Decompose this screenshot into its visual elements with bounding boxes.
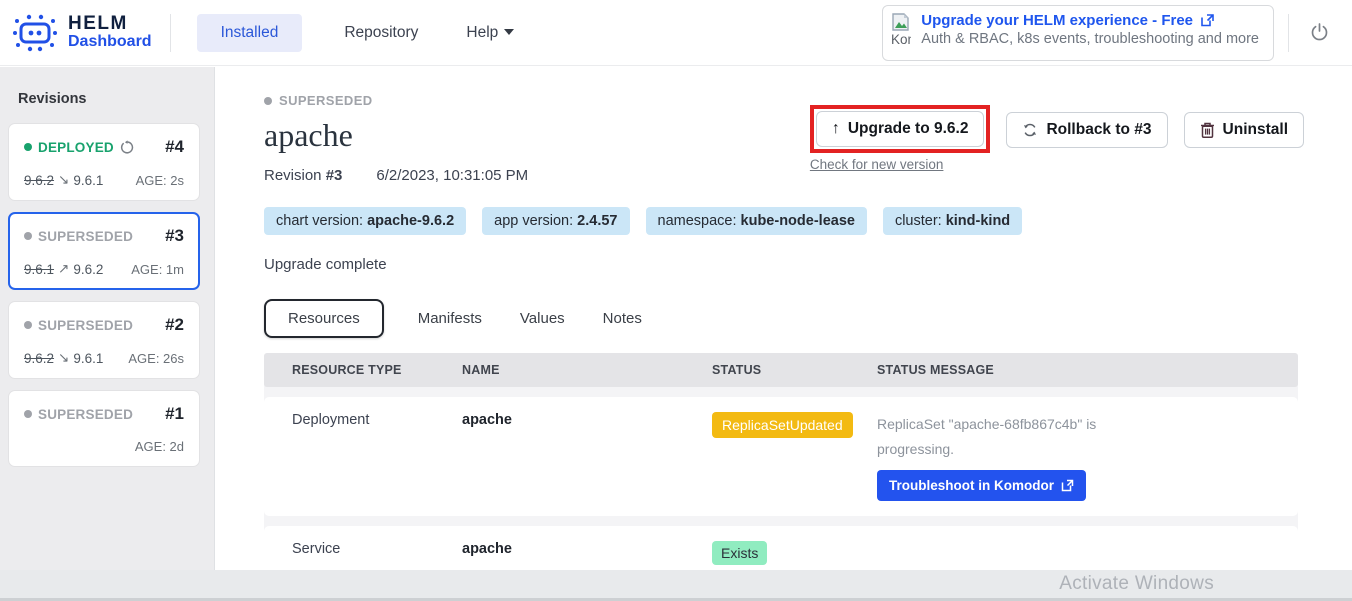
version-from: 9.6.2 <box>24 173 54 188</box>
version-from: 9.6.1 <box>24 262 54 277</box>
resources-table: RESOURCE TYPE NAME STATUS STATUS MESSAGE… <box>264 353 1298 580</box>
troubleshoot-button[interactable]: Troubleshoot in Komodor <box>877 470 1086 501</box>
revision-status: SUPERSEDED <box>24 229 133 244</box>
external-link-icon <box>1061 479 1074 492</box>
app-version-badge: app version: 2.4.57 <box>482 207 629 235</box>
revision-card-1[interactable]: SUPERSEDED #1 AGE: 2d <box>8 390 200 467</box>
release-note: Upgrade complete <box>264 256 1352 273</box>
revision-label: Revision <box>264 167 326 184</box>
top-bar: HELM Dashboard Installed Repository Help… <box>0 0 1352 66</box>
revision-age: AGE: 2d <box>135 439 184 454</box>
revision-datetime: 6/2/2023, 10:31:05 PM <box>376 167 528 184</box>
revision-number: #2 <box>165 315 184 335</box>
status-dot-icon <box>24 232 32 240</box>
revision-number: #1 <box>165 404 184 424</box>
revision-age: AGE: 2s <box>136 173 184 188</box>
revision-card-3[interactable]: SUPERSEDED #3 9.6.1 ↗ 9.6.2 AGE: 1m <box>8 212 200 290</box>
revision-status: SUPERSEDED <box>24 318 133 333</box>
tab-manifests[interactable]: Manifests <box>414 300 486 337</box>
history-icon <box>120 140 135 155</box>
table-row: Deployment apache ReplicaSetUpdated Repl… <box>264 397 1298 516</box>
cluster-badge: cluster: kind-kind <box>883 207 1022 235</box>
tutorial-highlight-box: ↑ Upgrade to 9.6.2 <box>810 105 991 153</box>
broken-image-icon: Komoc <box>891 12 911 54</box>
status-badge: Exists <box>712 541 767 565</box>
main-nav: Installed Repository Help <box>197 14 521 52</box>
status-dot-icon <box>24 410 32 418</box>
tab-resources[interactable]: Resources <box>264 299 384 338</box>
nav-installed[interactable]: Installed <box>197 14 303 52</box>
version-arrow-icon: ↗ <box>58 261 69 277</box>
cell-resource-type: Deployment <box>292 412 462 428</box>
status-message: ReplicaSet "apache-68fb867c4b" is progre… <box>877 412 1127 461</box>
up-arrow-icon: ↑ <box>832 120 840 138</box>
version-from: 9.6.2 <box>24 351 54 366</box>
col-status: STATUS <box>712 363 877 377</box>
rollback-icon <box>1022 122 1038 138</box>
col-name: NAME <box>462 363 712 377</box>
topbar-right: Komoc Upgrade your HELM experience - Fre… <box>882 5 1352 61</box>
brand-logo[interactable]: HELM Dashboard <box>0 13 170 53</box>
tab-values[interactable]: Values <box>516 300 569 337</box>
nav-help[interactable]: Help <box>460 14 520 52</box>
release-badges: chart version: apache-9.6.2 app version:… <box>264 207 1352 235</box>
revision-age: AGE: 26s <box>128 351 184 366</box>
col-resource-type: RESOURCE TYPE <box>292 363 462 377</box>
brand-subname: Dashboard <box>68 34 152 51</box>
revision-card-2[interactable]: SUPERSEDED #2 9.6.2 ↘ 9.6.1 AGE: 26s <box>8 301 200 379</box>
version-to: 9.6.1 <box>73 351 103 366</box>
revision-status: DEPLOYED <box>24 140 135 155</box>
revisions-sidebar: Revisions DEPLOYED #4 9.6.2 ↘ <box>0 67 215 601</box>
version-to: 9.6.2 <box>73 262 103 277</box>
version-arrow-icon: ↘ <box>58 350 69 366</box>
promo-subtitle: Auth & RBAC, k8s events, troubleshooting… <box>921 31 1259 47</box>
sidebar-title: Revisions <box>18 91 214 107</box>
release-actions: ↑ Upgrade to 9.6.2 Check for new version… <box>810 105 1304 172</box>
helm-robot-logo-icon <box>12 13 58 53</box>
status-dot-icon <box>24 321 32 329</box>
version-arrow-icon: ↘ <box>58 172 69 188</box>
promo-image-alt: Komoc <box>891 32 911 47</box>
uninstall-button[interactable]: Uninstall <box>1184 112 1304 148</box>
upgrade-button[interactable]: ↑ Upgrade to 9.6.2 <box>816 111 985 147</box>
power-button[interactable] <box>1303 16 1336 49</box>
komodor-promo-banner[interactable]: Komoc Upgrade your HELM experience - Fre… <box>882 5 1274 61</box>
revision-number: #3 <box>165 226 184 246</box>
helm-dashboard-screen: HELM Dashboard Installed Repository Help… <box>0 0 1352 601</box>
cell-resource-type: Service <box>292 541 462 557</box>
activate-windows-watermark: Activate Windows <box>1059 573 1214 595</box>
cell-name: apache <box>462 541 712 557</box>
rollback-button[interactable]: Rollback to #3 <box>1006 112 1167 148</box>
revision-number: #4 <box>165 137 184 157</box>
revision-status: SUPERSEDED <box>24 407 133 422</box>
detail-tabs: Resources Manifests Values Notes <box>264 299 1352 338</box>
version-to: 9.6.1 <box>73 173 103 188</box>
table-header-row: RESOURCE TYPE NAME STATUS STATUS MESSAGE <box>264 353 1298 387</box>
status-badge: ReplicaSetUpdated <box>712 412 853 438</box>
os-footer-strip: Activate Windows <box>0 570 1352 601</box>
trash-icon <box>1200 122 1215 138</box>
caret-down-icon <box>504 29 514 35</box>
status-dot-icon <box>24 143 32 151</box>
nav-repository[interactable]: Repository <box>338 14 424 52</box>
external-link-icon <box>1200 13 1215 28</box>
col-status-message: STATUS MESSAGE <box>877 363 1298 377</box>
chart-version-badge: chart version: apache-9.6.2 <box>264 207 466 235</box>
revision-number: #3 <box>326 167 343 184</box>
brand-name: HELM <box>68 14 152 34</box>
tab-notes[interactable]: Notes <box>599 300 646 337</box>
release-detail-panel: SUPERSEDED apache Revision #3 6/2/2023, … <box>216 67 1352 570</box>
topbar-divider-2 <box>1288 14 1289 52</box>
revision-card-4[interactable]: DEPLOYED #4 9.6.2 ↘ 9.6.1 AGE: 2s <box>8 123 200 201</box>
status-dot-icon <box>264 97 272 105</box>
check-new-version-link[interactable]: Check for new version <box>810 157 991 172</box>
cell-name: apache <box>462 412 712 428</box>
topbar-divider <box>170 14 171 52</box>
namespace-badge: namespace: kube-node-lease <box>646 207 867 235</box>
revision-age: AGE: 1m <box>131 262 184 277</box>
power-icon <box>1309 22 1330 43</box>
promo-title: Upgrade your HELM experience - Free <box>921 12 1259 29</box>
